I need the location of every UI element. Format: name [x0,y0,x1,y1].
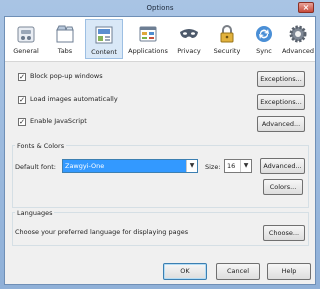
content-icon [95,26,113,44]
load-images-label: Load images automatically [30,95,118,103]
tab-privacy[interactable]: Privacy [173,19,205,59]
enable-javascript-checkbox[interactable]: ✓ [18,118,26,126]
tabs-icon [56,25,74,43]
javascript-advanced-button[interactable]: Advanced... [257,116,305,132]
window-title: Options [146,4,174,12]
sync-icon [256,26,272,42]
tab-advanced[interactable]: Advanced [281,19,315,59]
fonts-colors-section [12,145,309,208]
advanced-gear-icon [289,25,307,43]
chevron-down-icon: ▼ [240,160,251,172]
tab-tabs[interactable]: Tabs [46,19,84,59]
font-size-select[interactable]: 16 ▼ [224,159,252,173]
tab-security[interactable]: Security [209,19,245,59]
close-button[interactable]: × [298,2,314,13]
fonts-advanced-button[interactable]: Advanced... [260,158,305,174]
languages-description: Choose your preferred language for displ… [15,228,189,236]
choose-language-button[interactable]: Choose... [263,225,305,241]
ok-button[interactable]: OK [163,263,207,280]
images-exceptions-button[interactable]: Exceptions... [257,94,305,110]
preferences-toolbar: General Tabs Content Applications Privac… [5,17,315,62]
general-switch-icon [17,26,35,43]
tab-sync[interactable]: Sync [249,19,279,59]
default-font-label: Default font: [15,163,56,171]
size-label: Size: [205,163,221,171]
default-font-select[interactable]: Zawgyi-One ▼ [62,159,198,173]
popup-exceptions-button[interactable]: Exceptions... [257,71,305,87]
applications-icon [139,26,157,42]
dialog-client-area: General Tabs Content Applications Privac… [4,16,316,285]
security-lock-icon [220,25,234,43]
colors-button[interactable]: Colors... [263,179,303,195]
help-button[interactable]: Help [267,263,311,280]
tab-applications[interactable]: Applications [126,19,170,59]
enable-javascript-label: Enable JavaScript [30,117,87,125]
privacy-mask-icon [180,29,198,38]
cancel-button[interactable]: Cancel [216,263,260,280]
languages-title: Languages [15,209,55,217]
tab-content[interactable]: Content [85,19,123,59]
fonts-colors-title: Fonts & Colors [15,142,67,150]
load-images-checkbox[interactable]: ✓ [18,96,26,104]
chevron-down-icon: ▼ [186,160,197,172]
options-window: Options × General Tabs Content Applicati… [0,0,320,289]
block-popups-label: Block pop-up windows [30,72,103,80]
block-popups-checkbox[interactable]: ✓ [18,73,26,81]
tab-general[interactable]: General [9,19,43,59]
